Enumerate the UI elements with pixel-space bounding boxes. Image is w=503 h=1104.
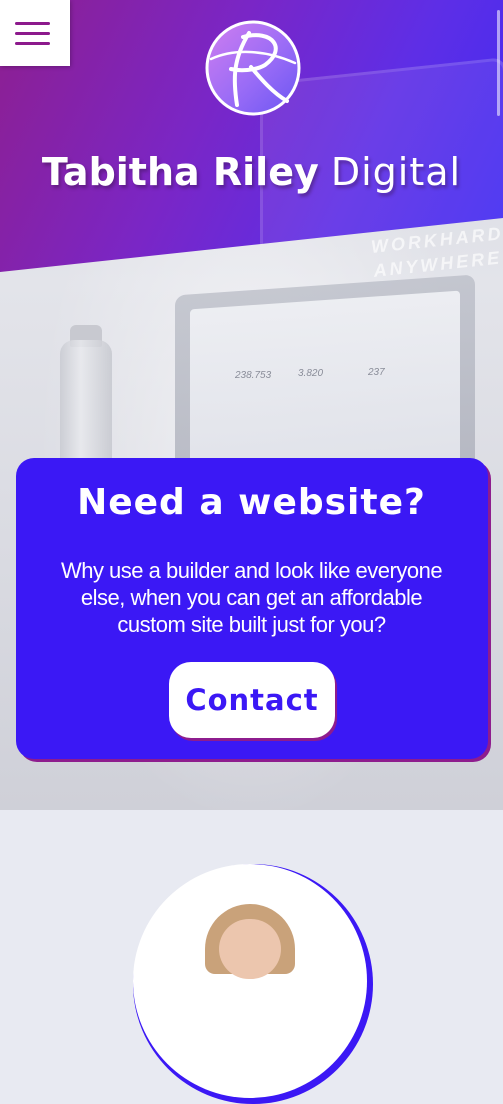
- laptop-stat: 238.753: [235, 370, 272, 381]
- avatar: [133, 864, 367, 1098]
- site-title-bold: Tabitha Riley: [41, 150, 319, 194]
- cta-title: Need a website?: [77, 482, 426, 523]
- avatar-face: [219, 919, 281, 979]
- laptop-stat: 3.820: [298, 368, 324, 379]
- site-title-light: Digital: [330, 150, 462, 194]
- menu-button[interactable]: [0, 0, 70, 66]
- hamburger-menu-icon: [15, 32, 50, 35]
- hamburger-menu-icon: [15, 42, 50, 45]
- scrollbar[interactable]: [497, 10, 500, 116]
- wall-text: WORKHARD ANYWHERE: [370, 221, 503, 283]
- laptop-stat: 237: [368, 367, 385, 378]
- hamburger-menu-icon: [15, 22, 50, 25]
- logo-icon[interactable]: [203, 19, 303, 117]
- site-title[interactable]: Tabitha Riley Digital: [0, 150, 503, 194]
- contact-button[interactable]: Contact: [169, 662, 335, 738]
- cta-description: Why use a builder and look like everyone…: [60, 558, 443, 637]
